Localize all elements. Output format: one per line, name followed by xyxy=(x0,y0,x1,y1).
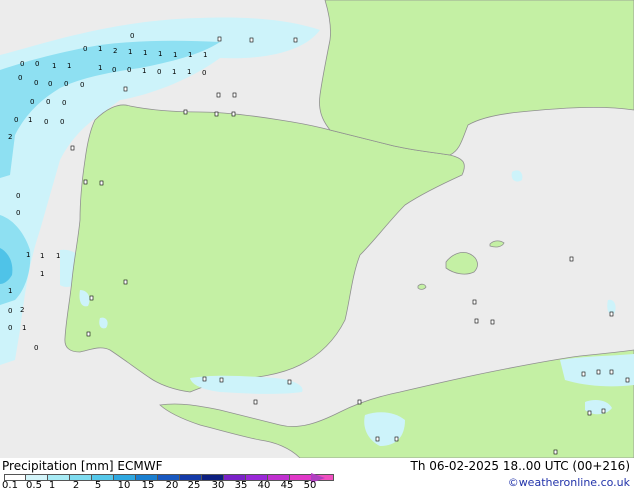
precip-label: 0 xyxy=(8,324,12,332)
precip-label: 1 xyxy=(40,270,44,278)
legend-model: ECMWF xyxy=(117,459,163,473)
precip-label: 0 xyxy=(60,118,64,126)
precip-label: 0 xyxy=(8,307,12,315)
precip-label: 1 xyxy=(173,51,177,59)
credit-link[interactable]: ©weatheronline.co.uk xyxy=(508,476,630,490)
precip-label: 1 xyxy=(98,64,102,72)
legend: Precipitation [mm] ECMWF Th 06-02-2025 1… xyxy=(0,458,634,493)
precip-label: 0 xyxy=(14,116,18,124)
precip-label: 2 xyxy=(8,133,12,141)
precip-label: 1 xyxy=(67,62,71,70)
legend-variable: Precipitation [mm] xyxy=(2,459,114,473)
precip-label: 0 xyxy=(16,209,20,217)
precip-label: 1 xyxy=(128,48,132,56)
precip-label: 0 xyxy=(46,98,50,106)
precip-label: 1 xyxy=(56,252,60,260)
precip-label: 1 xyxy=(188,51,192,59)
precip-label: 0 xyxy=(112,66,116,74)
ibiza xyxy=(417,283,427,290)
precip-label: 0 xyxy=(64,80,68,88)
precip-label: 2 xyxy=(20,306,24,314)
precip-label: 1 xyxy=(172,68,176,76)
precip-label: 0 xyxy=(62,99,66,107)
precip-label: 1 xyxy=(8,287,12,295)
color-scale-ticks: 0.1 0.5 1 2 5 10 15 20 25 30 35 40 45 50 xyxy=(0,481,330,493)
precip-label: 0 xyxy=(35,60,39,68)
precip-label: 0 xyxy=(202,69,206,77)
precipitation-map: 0 1 2 1 1 1 1 1 1 0 0 0 1 1 0 0 1 0 1 1 … xyxy=(0,0,634,458)
precip-label: 1 xyxy=(142,67,146,75)
precip-label: 0 xyxy=(127,66,131,74)
forecast-datetime: Th 06-02-2025 18..00 UTC (00+216) xyxy=(410,459,630,473)
precip-label: 1 xyxy=(40,252,44,260)
precip-label: 0 xyxy=(34,344,38,352)
precip-label: 0 xyxy=(44,118,48,126)
precip-label: 0 xyxy=(48,80,52,88)
precip-label: 0 xyxy=(34,79,38,87)
precip-label: 1 xyxy=(158,50,162,58)
precip-label: 1 xyxy=(98,45,102,53)
precip-label: 0 xyxy=(157,68,161,76)
precip-label: 1 xyxy=(28,116,32,124)
precip-label: 0 xyxy=(80,81,84,89)
precip-label: 1 xyxy=(26,251,30,259)
precip-label: 0 xyxy=(18,74,22,82)
precip-label: 0 xyxy=(83,45,87,53)
precip-label: 1 xyxy=(143,49,147,57)
precip-label: 0 xyxy=(20,60,24,68)
precip-label: 2 xyxy=(113,47,117,55)
precip-label: 1 xyxy=(22,324,26,332)
precip-label: 0 xyxy=(16,192,20,200)
precip-label: 1 xyxy=(203,51,207,59)
precip-label: 1 xyxy=(187,68,191,76)
legend-title: Precipitation [mm] ECMWF xyxy=(2,459,162,473)
precip-label: 0 xyxy=(30,98,34,106)
precip-label: 0 xyxy=(130,32,134,40)
precip-label: 1 xyxy=(52,62,56,70)
